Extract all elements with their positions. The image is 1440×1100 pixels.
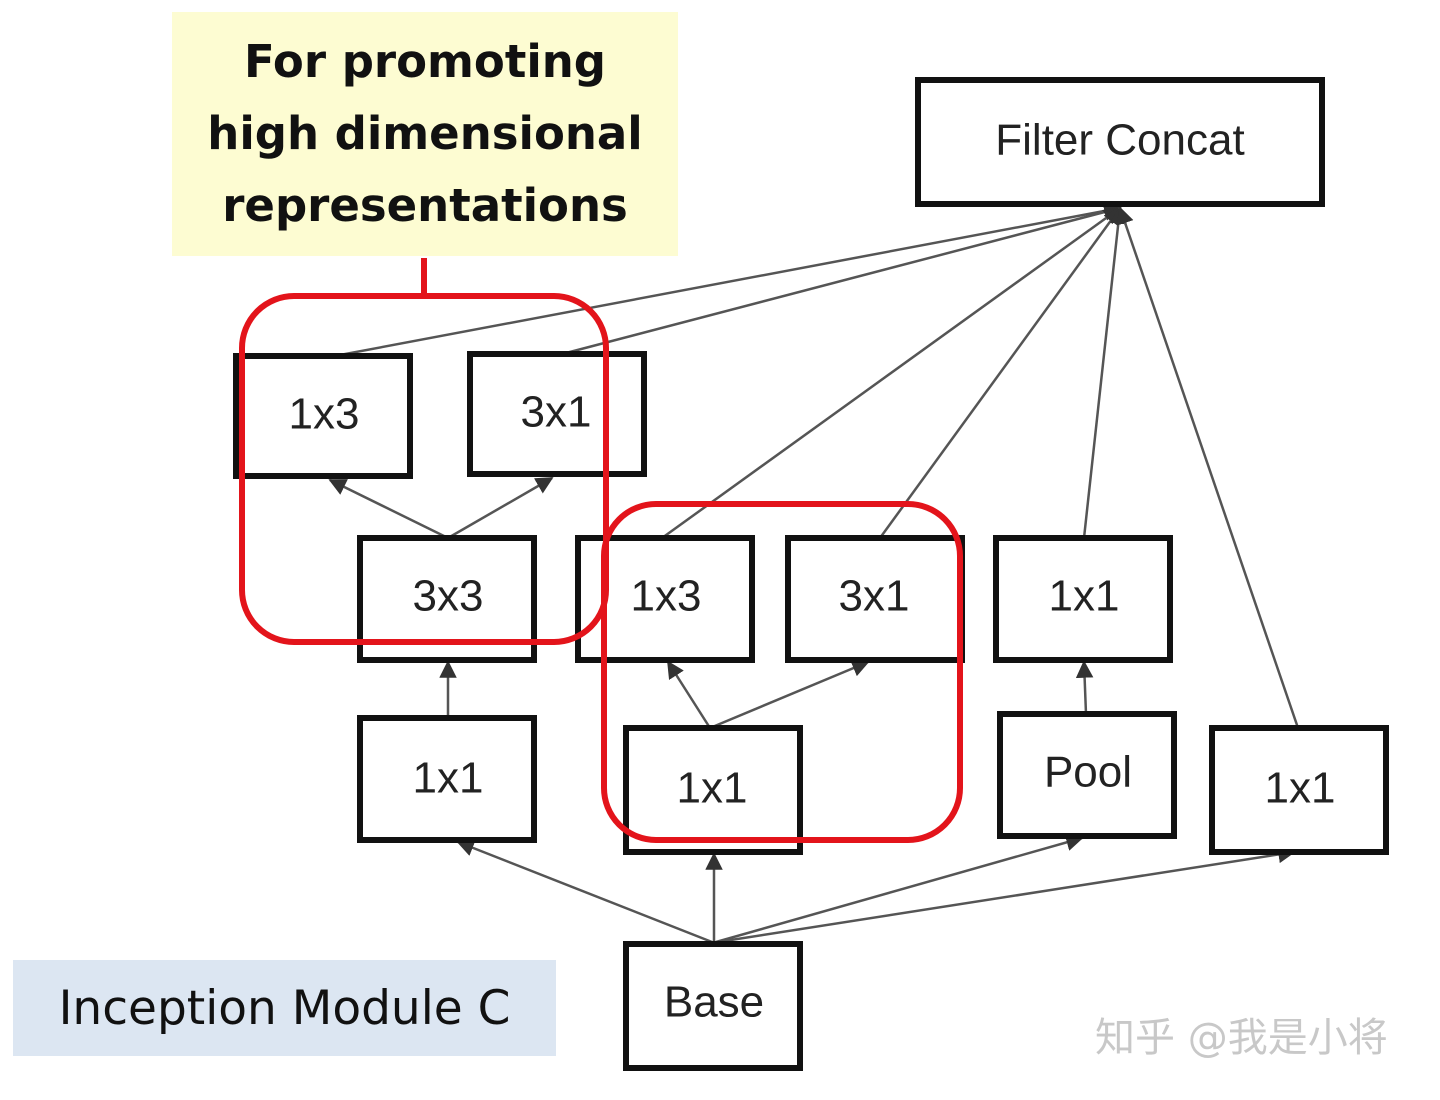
annotation-line-2: high dimensional [207, 107, 643, 160]
label-b3-pool: Pool [1044, 748, 1132, 797]
edge-base-to-b1-1x1 [456, 839, 713, 944]
edge-b2-3x1-to-concat [878, 206, 1122, 539]
label-b1-3x3: 3x3 [413, 572, 484, 621]
label-b1-3x1: 3x1 [521, 388, 592, 437]
module-label-text: Inception Module C [58, 980, 511, 1036]
edge-base-to-b4-1x1 [717, 845, 1296, 944]
annotation-line-1: For promoting [244, 35, 606, 88]
label-filter-concat: Filter Concat [995, 116, 1244, 165]
label-b2-1x3: 1x3 [631, 572, 702, 621]
label-b2-3x1: 3x1 [839, 572, 910, 621]
annotation-high-dimensional: For promoting high dimensional represent… [172, 12, 678, 256]
label-b1-1x1: 1x1 [413, 754, 484, 803]
edge-b3-1x1-to-concat [1082, 206, 1127, 539]
label-b2-1x1: 1x1 [677, 764, 748, 813]
edge-b1-3x3-to-3x1 [447, 476, 554, 540]
label-b1-1x3: 1x3 [289, 390, 360, 439]
edge-b2-1x1-to-3x1 [709, 659, 870, 730]
module-label: Inception Module C [13, 960, 556, 1056]
watermark: 知乎 @我是小将 [1095, 1015, 1388, 1061]
label-b4-1x1: 1x1 [1265, 764, 1336, 813]
edge-b1-3x3-to-1x3 [328, 478, 449, 540]
edge-pool-to-1x1 [1075, 660, 1094, 715]
edge-b2-1x1-to-1x3 [666, 660, 712, 729]
inception-module-c-diagram: Filter Concat 1x3 3x1 3x3 1x1 1x3 3x1 1x… [0, 0, 1440, 1095]
annotation-line-3: representations [222, 179, 628, 232]
label-base: Base [664, 978, 764, 1027]
label-b3-1x1: 1x1 [1049, 572, 1120, 621]
edge-b2-1x3-to-concat [661, 206, 1122, 540]
